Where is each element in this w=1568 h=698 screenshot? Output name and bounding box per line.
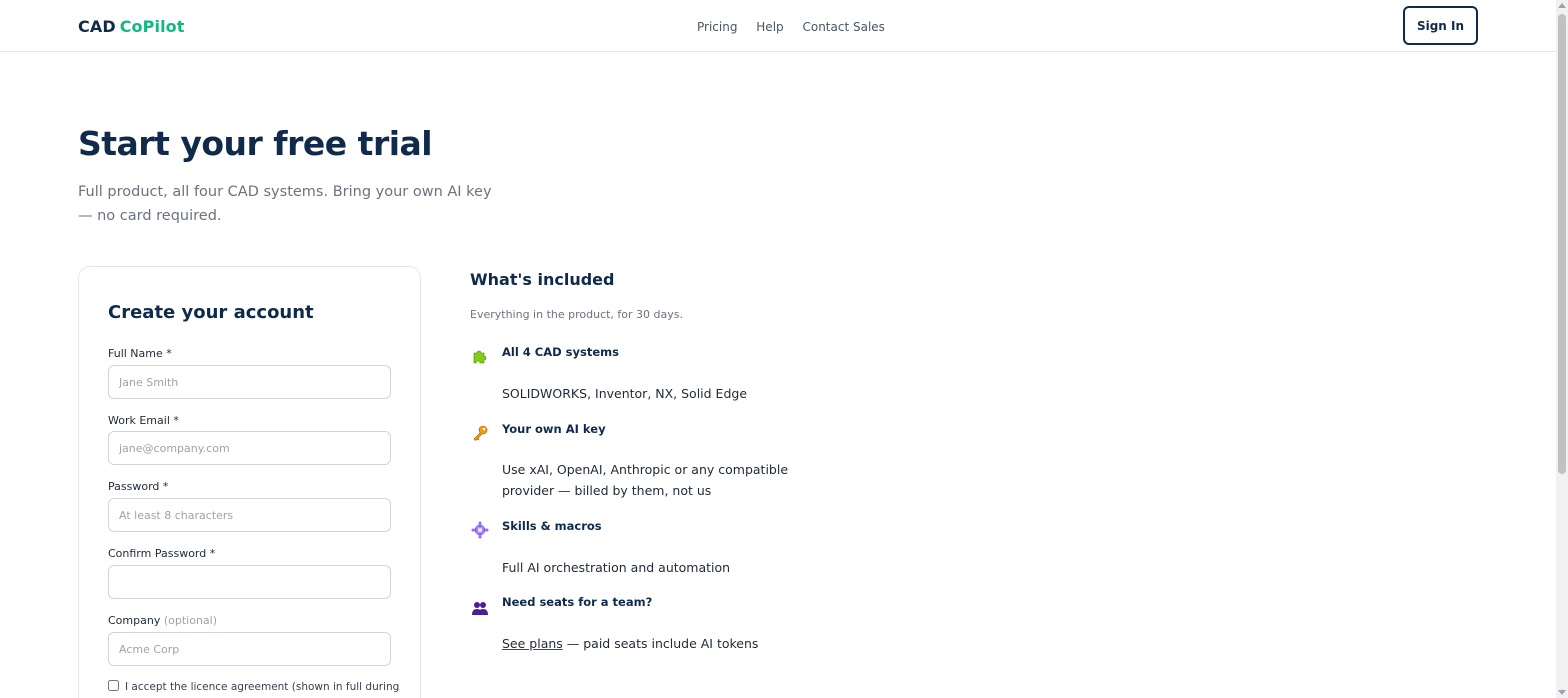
confirm-password-input[interactable] [108, 565, 391, 599]
feature-title-ai-key: Your own AI key [502, 422, 606, 436]
included-title: What's included [470, 270, 615, 289]
full-name-label: Full Name * [108, 347, 172, 360]
page-subtitle: Full product, all four CAD systems. Brin… [78, 184, 492, 224]
work-email-input[interactable] [108, 431, 391, 465]
page-title: Start your free trial [78, 124, 433, 163]
signup-card-title: Create your account [108, 302, 314, 323]
key-icon [473, 425, 488, 441]
feature-desc-ai-key: Use xAI, OpenAI, Anthropic or any compat… [502, 462, 789, 498]
work-email-label: Work Email * [108, 414, 179, 427]
sign-in-button[interactable]: Sign In [1403, 6, 1478, 45]
nav-pricing-link[interactable]: Pricing [697, 20, 737, 34]
nav-help-link[interactable]: Help [756, 20, 783, 34]
scrollbar-thumb[interactable] [1558, 14, 1566, 474]
full-name-input[interactable] [108, 365, 391, 399]
feature-desc-team-seats: See plans — paid seats include AI tokens [502, 633, 802, 654]
feature-desc-cad-systems: SOLIDWORKS, Inventor, NX, Solid Edge [502, 386, 748, 401]
team-icon [472, 602, 488, 615]
signup-card: Create your account Full Name * Work Ema… [78, 266, 421, 698]
page-scrollbar[interactable] [1556, 0, 1568, 698]
feature-title-skills: Skills & macros [502, 519, 602, 533]
included-subtitle: Everything in the product, for 30 days. [470, 308, 684, 321]
licence-agreement-checkbox[interactable] [108, 680, 119, 691]
feature-title-team-seats: Need seats for a team? [502, 595, 653, 609]
scroll-up-arrow-icon[interactable] [1558, 3, 1566, 8]
company-label: Company (optional) [108, 614, 217, 627]
top-navbar: CAD CoPilot Pricing Help Contact Sales Si… [0, 0, 1556, 52]
password-label: Password * [108, 480, 169, 493]
company-input[interactable] [108, 632, 391, 666]
team-seats-desc-text: — paid seats include AI tokens [562, 636, 759, 651]
company-label-text: Company [108, 614, 161, 627]
company-optional-hint: (optional) [163, 614, 218, 627]
licence-agreement: I accept the licence agreement (shown in… [108, 680, 399, 693]
nav-contact-sales-link[interactable]: Contact Sales [802, 20, 884, 34]
gear-icon [471, 521, 489, 539]
logo[interactable]: CAD CoPilot [78, 17, 185, 36]
feature-desc-skills: Full AI orchestration and automation [502, 560, 731, 575]
feature-title-cad-systems: All 4 CAD systems [502, 345, 619, 359]
logo-cad: CAD [78, 17, 116, 36]
puzzle-icon [473, 350, 487, 364]
confirm-password-label: Confirm Password * [108, 547, 216, 560]
logo-copilot: CoPilot [119, 17, 185, 36]
licence-agreement-text: I accept the licence agreement (shown in… [125, 681, 400, 693]
see-plans-link[interactable]: See plans [502, 636, 563, 651]
main-nav: Pricing Help Contact Sales [697, 20, 900, 34]
scroll-down-arrow-icon[interactable] [1558, 690, 1566, 695]
password-input[interactable] [108, 498, 391, 532]
